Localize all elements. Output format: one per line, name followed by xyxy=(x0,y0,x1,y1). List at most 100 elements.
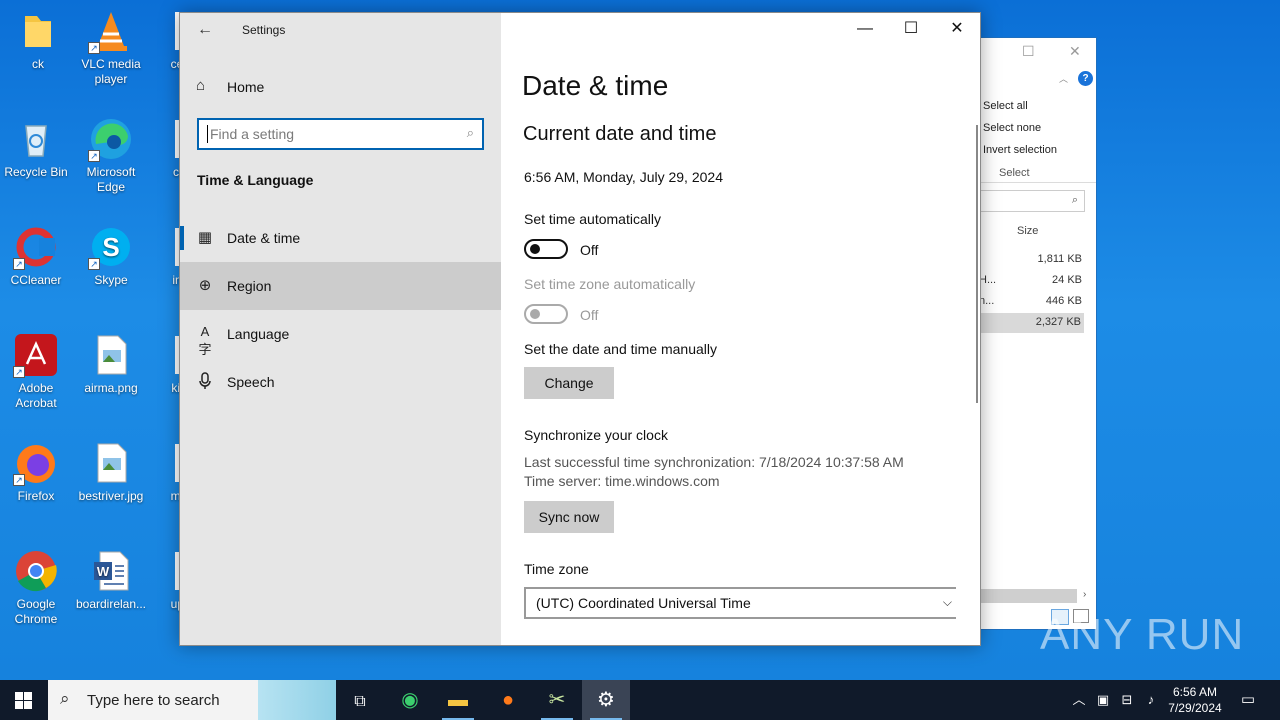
nav-item-speech[interactable]: Speech xyxy=(180,358,501,406)
horizontal-scrollbar[interactable] xyxy=(977,589,1077,603)
desktop-icon-firefox[interactable]: ↗ Firefox xyxy=(0,440,74,504)
ribbon-divider xyxy=(977,182,1096,183)
collapse-ribbon-icon[interactable]: ︿ xyxy=(1059,72,1068,85)
desktop-icon-image-file[interactable]: bestriver.jpg xyxy=(73,440,149,504)
window-title: Settings xyxy=(242,23,286,37)
search-icon: ⌕ xyxy=(466,125,474,140)
nav-home[interactable]: ⌂ Home xyxy=(180,73,501,101)
shortcut-arrow-icon: ↗ xyxy=(13,474,25,486)
select-all-item[interactable]: Select all xyxy=(983,100,1028,112)
shortcut-arrow-icon: ↗ xyxy=(13,258,25,270)
minimize-button[interactable]: — xyxy=(842,13,888,45)
file-row-selected[interactable]: 2,327 KB xyxy=(977,313,1084,333)
settings-window[interactable]: ← Settings ⌂ Home ⌕ Time & Language ▦ Da… xyxy=(179,12,981,646)
search-highlight-image xyxy=(258,680,336,720)
set-time-auto-toggle[interactable] xyxy=(524,239,568,259)
shortcut-arrow-icon: ↗ xyxy=(13,366,25,378)
maximize-icon[interactable]: ☐ xyxy=(1022,43,1035,60)
select-group-label: Select xyxy=(999,167,1030,179)
show-hidden-icons[interactable]: ︿ xyxy=(1070,680,1088,720)
taskbar-firefox[interactable]: ● xyxy=(484,680,532,720)
anyrun-watermark: ANY RUN xyxy=(1040,610,1245,659)
desktop-icon-image-file[interactable]: airma.png xyxy=(73,332,149,396)
nav-item-label: Language xyxy=(227,326,290,342)
find-setting-input[interactable] xyxy=(207,125,447,143)
shortcut-arrow-icon: ↗ xyxy=(88,42,100,54)
file-row-size[interactable]: 24 KB xyxy=(1052,274,1082,286)
desktop-icon-microsoft-edge[interactable]: ↗ Microsoft Edge xyxy=(73,116,149,195)
desktop-icon-adobe-acrobat[interactable]: ↗ Adobe Acrobat xyxy=(0,332,74,411)
nav-item-label: Date & time xyxy=(227,230,301,246)
column-header-size[interactable]: Size xyxy=(1017,225,1038,237)
desktop-icon-label: CCleaner xyxy=(10,273,62,287)
time-zone-value: (UTC) Coordinated Universal Time xyxy=(536,595,751,611)
desktop-icon-recycle-bin[interactable]: Recycle Bin xyxy=(0,116,74,180)
sync-now-button[interactable]: Sync now xyxy=(524,501,614,533)
find-setting-search[interactable]: ⌕ xyxy=(197,118,484,150)
desktop-icon-label: VLC media player xyxy=(81,57,141,86)
taskbar-file-explorer[interactable]: ▬ xyxy=(434,680,482,720)
select-none-item[interactable]: Select none xyxy=(983,122,1041,134)
image-file-icon xyxy=(88,440,134,486)
desktop-icon-vlc[interactable]: ↗ VLC media player xyxy=(73,8,149,87)
file-row-size[interactable]: 1,811 KB xyxy=(1038,253,1082,265)
help-icon[interactable]: ? xyxy=(1078,71,1093,86)
back-arrow-icon[interactable]: ← xyxy=(194,19,216,41)
task-view-button[interactable]: ⧉ xyxy=(336,680,384,720)
section-title: Current date and time xyxy=(523,123,717,145)
ccleaner-icon: ↗ xyxy=(13,224,59,270)
maximize-button[interactable]: ☐ xyxy=(888,13,934,45)
taskbar-search-box[interactable]: ⌕ Type here to search xyxy=(48,680,336,720)
task-view-icon: ⧉ xyxy=(354,693,366,710)
skype-icon: S ↗ xyxy=(88,224,134,270)
close-icon: ✕ xyxy=(950,20,964,37)
svg-text:S: S xyxy=(102,232,119,262)
folder-icon xyxy=(15,8,61,54)
desktop-icon-google-chrome[interactable]: Google Chrome xyxy=(0,548,74,627)
notifications-icon[interactable]: ▭ xyxy=(1236,680,1260,720)
close-button[interactable]: ✕ xyxy=(934,13,980,45)
manual-time-label: Set the date and time manually xyxy=(524,341,718,357)
file-row-size: 2,327 KB xyxy=(1035,316,1081,328)
search-icon: ⌕ xyxy=(1071,194,1078,206)
tray-device-icon[interactable]: ▣ xyxy=(1094,680,1112,720)
minimize-icon: — xyxy=(857,20,873,37)
nav-item-language[interactable]: A字 Language xyxy=(180,310,501,358)
file-row-name[interactable]: H... xyxy=(979,274,996,286)
desktop-icon-ccleaner[interactable]: ↗ CCleaner xyxy=(0,224,74,288)
home-icon: ⌂ xyxy=(196,77,206,94)
close-icon[interactable]: ✕ xyxy=(1069,43,1081,60)
scroll-right-icon[interactable]: › xyxy=(1083,589,1086,600)
desktop-icon-label: Microsoft Edge xyxy=(86,165,136,194)
file-explorer-window[interactable]: ☐ ✕ ︿ ? Select all Select none Invert se… xyxy=(976,37,1097,630)
change-button[interactable]: Change xyxy=(524,367,614,399)
file-row-size[interactable]: 446 KB xyxy=(1046,295,1082,307)
explorer-search-box[interactable]: ⌕ xyxy=(979,190,1085,212)
network-icon[interactable]: ⊟ xyxy=(1117,680,1137,720)
nav-item-date-time[interactable]: ▦ Date & time xyxy=(180,214,501,262)
image-file-icon xyxy=(88,332,134,378)
start-button[interactable] xyxy=(0,680,48,720)
volume-icon[interactable]: ♪ xyxy=(1141,680,1161,720)
shortcut-arrow-icon: ↗ xyxy=(88,150,100,162)
taskbar-clock[interactable]: 6:56 AM 7/29/2024 xyxy=(1160,684,1230,716)
svg-text:W: W xyxy=(97,564,110,579)
nav-item-region[interactable]: ⊕ Region xyxy=(180,262,501,310)
taskbar-edge[interactable]: ◉ xyxy=(386,680,434,720)
nav-item-label: Region xyxy=(227,278,272,294)
desktop-icon-skype[interactable]: S ↗ Skype xyxy=(73,224,149,288)
invert-selection-item[interactable]: Invert selection xyxy=(983,144,1057,156)
time-zone-select[interactable]: (UTC) Coordinated Universal Time ⌵ xyxy=(524,587,956,619)
taskbar-snipping-tool[interactable]: ✂ xyxy=(533,680,581,720)
vertical-scrollbar[interactable] xyxy=(976,125,978,403)
firefox-icon: ↗ xyxy=(13,440,59,486)
desktop-icon-word-document[interactable]: W boardirelan... xyxy=(73,548,149,612)
shortcut-arrow-icon: ↗ xyxy=(88,258,100,270)
desktop-icon-label: Skype xyxy=(94,273,128,287)
file-row-name[interactable]: n... xyxy=(979,295,994,307)
desktop-icon-folder[interactable]: ck xyxy=(0,8,76,72)
nav-item-label: Speech xyxy=(227,374,275,390)
maximize-icon: ☐ xyxy=(903,20,919,37)
desktop-icon-label: Recycle Bin xyxy=(4,165,68,179)
taskbar-settings[interactable]: ⚙ xyxy=(582,680,630,720)
